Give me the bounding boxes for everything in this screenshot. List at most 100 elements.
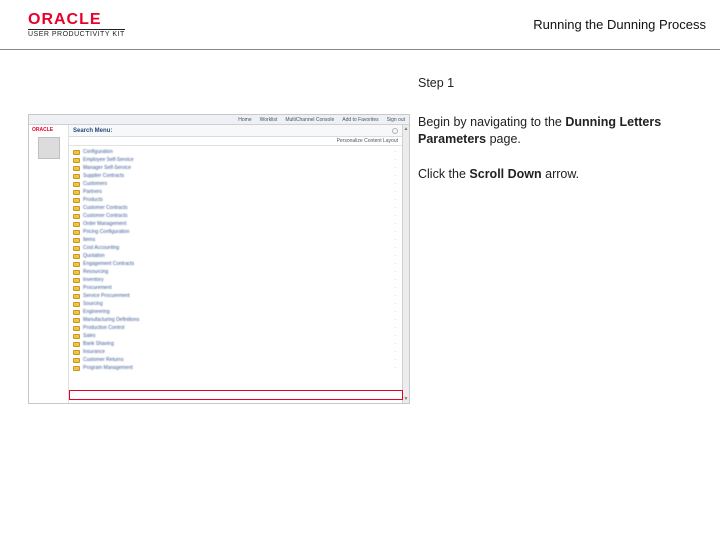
menu-item[interactable]: Customers · xyxy=(69,180,402,188)
folder-icon xyxy=(73,278,80,283)
top-link[interactable]: MultiChannel Console xyxy=(285,117,334,123)
menu-item[interactable]: Cost Accounting· xyxy=(69,244,402,252)
chevron-right-icon: · xyxy=(394,221,396,227)
menu-item-label: Procurement xyxy=(83,285,112,291)
folder-icon xyxy=(73,342,80,347)
menu-item[interactable]: Customer Contracts· xyxy=(69,212,402,220)
menu-item[interactable]: Manager Self-Service· xyxy=(69,164,402,172)
menu-item-label: Partners xyxy=(83,189,102,195)
top-link[interactable]: Worklist xyxy=(260,117,278,123)
folder-icon xyxy=(73,182,80,187)
menu-item-label: Cost Accounting xyxy=(83,245,119,251)
menu-item-label: Program Management xyxy=(83,365,133,371)
folder-icon xyxy=(73,326,80,331)
menu-item-label: Customer Contracts xyxy=(83,213,127,219)
screenshot-column: Home Worklist MultiChannel Console Add t… xyxy=(0,50,410,404)
text: arrow. xyxy=(542,167,580,181)
menu-item[interactable]: Partners · xyxy=(69,188,402,196)
folder-icon xyxy=(73,246,80,251)
menu-item[interactable]: Customer Returns· xyxy=(69,356,402,364)
menu-item[interactable]: Supplier Contracts· xyxy=(69,172,402,180)
menu-item[interactable]: Production Control· xyxy=(69,324,402,332)
chevron-right-icon: · xyxy=(394,309,396,315)
menu-item-label: Customers xyxy=(83,181,107,187)
menu-item[interactable]: Products· xyxy=(69,196,402,204)
menu-item-label: Configuration xyxy=(83,149,113,155)
folder-icon xyxy=(73,350,80,355)
text: Click the xyxy=(418,167,469,181)
menu-item-label: Customer Contracts xyxy=(83,205,127,211)
menu-item-label: Sales xyxy=(83,333,96,339)
instruction-highlight xyxy=(69,390,403,400)
folder-icon xyxy=(73,294,80,299)
menu-item[interactable]: Insurance· xyxy=(69,348,402,356)
menu-item[interactable]: Bank Shaving· xyxy=(69,340,402,348)
folder-icon xyxy=(73,366,80,371)
close-icon[interactable] xyxy=(392,128,398,134)
chevron-right-icon: · xyxy=(394,365,396,371)
screenshot-main: Search Menu: Personalize Content Layout … xyxy=(69,125,402,403)
menu-item[interactable]: Sales· xyxy=(69,332,402,340)
folder-icon xyxy=(73,190,80,195)
menu-header: Search Menu: xyxy=(69,125,402,137)
menu-item[interactable]: Inventory· xyxy=(69,276,402,284)
menu-item[interactable]: Program Management · xyxy=(69,364,402,372)
menu-item[interactable]: Procurement· xyxy=(69,284,402,292)
page-header: ORACLE USER PRODUCTIVITY KIT Running the… xyxy=(0,0,720,50)
menu-item-label: Inventory xyxy=(83,277,104,283)
chevron-right-icon: · xyxy=(394,149,396,155)
top-link[interactable]: Sign out xyxy=(387,117,405,123)
menu-item[interactable]: Sourcing· xyxy=(69,300,402,308)
chevron-right-icon: · xyxy=(394,181,396,187)
scroll-down-icon[interactable]: ▼ xyxy=(404,396,409,402)
menu-item[interactable]: Pricing Configuration· xyxy=(69,228,402,236)
mini-brand: ORACLE xyxy=(29,125,68,135)
menu-item[interactable]: Customer Contracts· xyxy=(69,204,402,212)
menu-item-label: Resourcing xyxy=(83,269,108,275)
text: Begin by navigating to the xyxy=(418,115,565,129)
menu-item-label: Order Management xyxy=(83,221,126,227)
menu-item[interactable]: Engineering · xyxy=(69,308,402,316)
chevron-right-icon: · xyxy=(394,349,396,355)
menu-item-label: Manager Self-Service xyxy=(83,165,131,171)
menu-item[interactable]: Employee Self-Service· xyxy=(69,156,402,164)
chevron-right-icon: · xyxy=(394,341,396,347)
menu-item-label: Supplier Contracts xyxy=(83,173,124,179)
top-link[interactable]: Add to Favorites xyxy=(342,117,378,123)
folder-icon xyxy=(73,334,80,339)
menu-item[interactable]: Quotation· xyxy=(69,252,402,260)
chevron-right-icon: · xyxy=(394,189,396,195)
screenshot-body: ORACLE Search Menu: Personalize Content … xyxy=(29,125,409,403)
scroll-up-icon[interactable]: ▲ xyxy=(404,126,409,132)
folder-icon xyxy=(73,262,80,267)
instruction-column: Step 1 Begin by navigating to the Dunnin… xyxy=(410,50,692,404)
scrollbar[interactable]: ▲ ▼ xyxy=(402,125,409,403)
folder-icon xyxy=(73,286,80,291)
menu-item[interactable]: Engagement Contracts· xyxy=(69,260,402,268)
menu-item[interactable]: Service Procurement· xyxy=(69,292,402,300)
chevron-right-icon: · xyxy=(394,197,396,203)
folder-icon xyxy=(73,254,80,259)
menu-item[interactable]: Items· xyxy=(69,236,402,244)
instruction-line-1: Begin by navigating to the Dunning Lette… xyxy=(418,114,678,148)
brand-subtitle: USER PRODUCTIVITY KIT xyxy=(28,29,125,38)
menu-list: Configuration·Employee Self-Service·Mana… xyxy=(69,146,402,372)
folder-icon xyxy=(73,358,80,363)
folder-icon xyxy=(73,174,80,179)
menu-item-label: Engineering xyxy=(83,309,110,315)
top-link[interactable]: Home xyxy=(238,117,251,123)
folder-icon xyxy=(73,166,80,171)
menu-item-label: Customer Returns xyxy=(83,357,124,363)
folder-icon xyxy=(73,270,80,275)
folder-icon xyxy=(73,158,80,163)
menu-item[interactable]: Resourcing · xyxy=(69,268,402,276)
menu-item[interactable]: Order Management · xyxy=(69,220,402,228)
chevron-right-icon: · xyxy=(394,269,396,275)
subbar-text[interactable]: Personalize Content Layout xyxy=(337,138,398,144)
menu-item-label: Quotation xyxy=(83,253,105,259)
menu-item[interactable]: Manufacturing Definitions· xyxy=(69,316,402,324)
menu-item[interactable]: Configuration · xyxy=(69,148,402,156)
chevron-right-icon: · xyxy=(394,261,396,267)
menu-item-label: Sourcing xyxy=(83,301,103,307)
instruction-line-2: Click the Scroll Down arrow. xyxy=(418,166,678,183)
